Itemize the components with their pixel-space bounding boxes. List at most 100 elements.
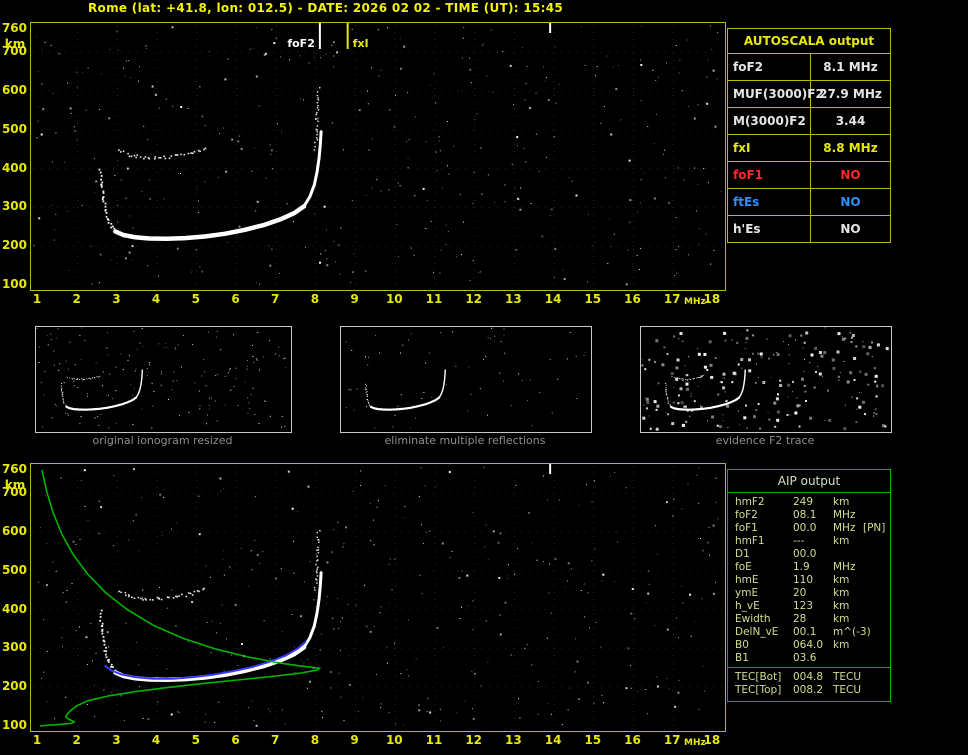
- aip-cell-extra: [863, 509, 890, 522]
- x-axis-tick-label: 5: [191, 292, 200, 306]
- aip-cell-value: 00.0: [793, 522, 817, 534]
- aip-cell-value: 110: [793, 574, 814, 586]
- x-axis-tick-label: 4: [151, 292, 161, 306]
- x-axis-tick-label: 15: [584, 292, 602, 306]
- aip-cell-unit: TECU: [833, 671, 862, 683]
- thumb-f2-trace-asymptote: [738, 369, 746, 398]
- x-axis-tick-label: 14: [544, 733, 562, 747]
- aip-row-b0: B0 064.0 km: [735, 639, 890, 652]
- aip-cell-extra: [863, 587, 890, 600]
- f2-trace-asymptote: [302, 130, 323, 208]
- aip-cell-value: 123: [793, 600, 814, 612]
- aip-cell-unit: km: [833, 600, 850, 612]
- aip-cell-extra: [863, 613, 890, 626]
- aip-cell-value: 00.1: [793, 626, 817, 638]
- aip-row-foe: foE 1.9 MHz: [735, 561, 890, 574]
- aip-cell-unit: km: [833, 613, 850, 625]
- x-axis-tick-label: 10: [385, 733, 403, 747]
- aip-table-title: AIP output: [728, 470, 890, 493]
- x-axis-tick-label: 18: [703, 292, 721, 306]
- thumb-f2-trace: [65, 396, 138, 411]
- autoscala-row-m3000f2: M(3000)F2 3.44: [728, 108, 890, 135]
- aip-cell-extra: [863, 574, 890, 587]
- x-axis-tick-label: 17: [663, 292, 681, 306]
- aip-cell-extra: [863, 535, 890, 548]
- aip-cell-unit: km: [833, 574, 850, 586]
- parameter-name: MUF(3000)F2: [728, 81, 824, 107]
- aip-output-table: AIP output hmF2 249 km foF2 08.1 MHz foF1 00.0 M…: [727, 469, 891, 702]
- aip-row-yme: ymE 20 km: [735, 587, 890, 600]
- autoscala-row-muf3000f2: MUF(3000)F2 27.9 MHz: [728, 81, 890, 108]
- aip-cell-unit: km: [833, 639, 850, 651]
- thumb-0-canvas: [36, 327, 287, 429]
- aip-row-tectop: TEC[Top] 008.2 TECU: [735, 684, 890, 697]
- echo-noise-dots: [38, 466, 719, 727]
- aip-cell-name: hmF1: [735, 535, 765, 547]
- aip-cell-name: hmF2: [735, 496, 765, 508]
- aip-cell-extra: [PN]: [863, 522, 886, 534]
- aip-cell-value: 004.8: [793, 671, 824, 683]
- y-axis-tick-label: 600: [1, 524, 27, 539]
- x-axis-tick-label: 12: [465, 733, 483, 747]
- bottom-ionogram-plot-with-profile: [30, 463, 726, 732]
- parameter-name: fxI: [728, 135, 811, 161]
- thumb-2-canvas: [641, 327, 889, 431]
- thumbnail-original-ionogram: [35, 326, 292, 433]
- x-axis-tick-label: 12: [465, 292, 483, 306]
- thumbnail-f2-trace-evidence: [640, 326, 892, 433]
- top-plot-canvas: foF2 fxI: [33, 23, 723, 288]
- aip-cell-name: hmE: [735, 574, 759, 586]
- parameter-name: h'Es: [728, 216, 811, 242]
- aip-cell-extra: [863, 639, 890, 652]
- aip-row-hve: h_vE 123 km: [735, 600, 890, 613]
- aip-cell-name: foE: [735, 561, 752, 573]
- autoscala-row-fof2: foF2 8.1 MHz: [728, 54, 890, 81]
- aip-cell-value: 008.2: [793, 684, 824, 696]
- autoscala-table-title: AUTOSCALA output: [728, 29, 890, 54]
- aip-cell-unit: TECU: [833, 684, 862, 696]
- y-axis-tick-label: 200: [1, 238, 27, 253]
- aip-cell-value: 064.0: [793, 639, 824, 651]
- x-axis-tick-label: 14: [544, 292, 562, 306]
- parameter-value: 8.1 MHz: [823, 60, 878, 74]
- aip-cell-name: ymE: [735, 587, 759, 599]
- station-title: Rome (lat: +41.8, lon: 012.5) - DATE: 20…: [88, 1, 564, 15]
- aip-cell-unit: m^(-3): [833, 626, 871, 638]
- parameter-value: NO: [840, 222, 861, 236]
- autoscala-row-ftes: ftEs NO: [728, 189, 890, 216]
- parameter-name: M(3000)F2: [728, 108, 811, 134]
- aip-cell-unit: [833, 548, 863, 561]
- aip-cell-extra: [863, 548, 890, 561]
- aip-row-d1: D1 00.0: [735, 548, 890, 561]
- x-axis-tick-label: 16: [624, 292, 641, 306]
- y-axis-tick-label: 100: [1, 718, 27, 732]
- aip-row-hmf1: hmF1 --- km: [735, 535, 890, 548]
- aip-row-ewidth: Ewidth 28 km: [735, 613, 890, 626]
- thumb-f2-trace: [369, 396, 441, 411]
- x-axis-tick-label: 8: [310, 733, 320, 747]
- aip-cell-name: foF2: [735, 509, 758, 521]
- parameter-value: 27.9 MHz: [819, 87, 882, 101]
- aip-row-b1: B1 03.6: [735, 652, 890, 665]
- autoscala-table-rows: foF2 8.1 MHz MUF(3000)F2 27.9 MHz M(3000)F2 3…: [728, 54, 890, 242]
- x-axis-tick-label: 1: [32, 292, 42, 306]
- y-axis-tick-label: 500: [1, 121, 27, 136]
- aip-cell-value: 00.0: [793, 548, 817, 560]
- y-axis-tick-label: 400: [1, 160, 27, 175]
- aip-cell-unit: km: [833, 587, 850, 599]
- x-axis-tick-label: 16: [624, 733, 641, 747]
- thumbnail-label: original ionogram resized: [92, 434, 233, 447]
- grid-lines: [33, 466, 723, 729]
- parameter-name: foF2: [728, 54, 811, 80]
- aip-cell-unit: km: [833, 496, 850, 508]
- y-axis-tick-label: 760: [1, 462, 27, 476]
- aip-row-tecbot: TEC[Bot] 004.8 TECU: [735, 671, 890, 684]
- x-axis-tick-label: 6: [231, 733, 240, 747]
- top-ionogram-plot: foF2 fxI: [30, 22, 726, 291]
- thumb-f2-trace-asymptote: [135, 369, 144, 398]
- aip-cell-name: B1: [735, 652, 749, 664]
- aip-cell-extra: [863, 561, 890, 574]
- thumbnail-label: eliminate multiple reflections: [384, 434, 546, 447]
- bottom-plot-canvas: [33, 464, 723, 729]
- thumb-f2-trace-asymptote: [438, 369, 446, 398]
